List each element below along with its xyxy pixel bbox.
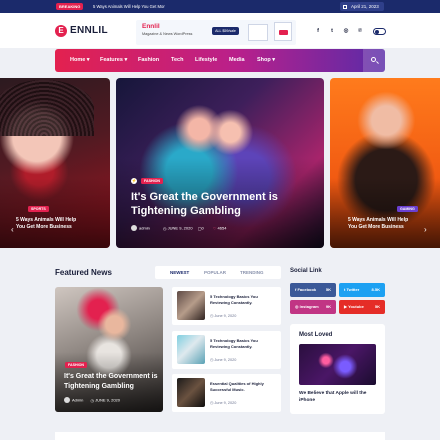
- pinterest-icon[interactable]: ℗: [356, 28, 364, 35]
- instagram-button[interactable]: ◎ Instagram 9K: [290, 300, 336, 314]
- nav-item-features[interactable]: Features ▾: [100, 49, 127, 72]
- slide-tag[interactable]: SPORTS: [28, 206, 49, 212]
- header-ad-banner[interactable]: Ennlil Magazine & News WordPress ALL $59…: [136, 20, 296, 45]
- ad-button[interactable]: ALL $59/sale: [212, 27, 239, 35]
- social-link-title: Social Link: [290, 268, 322, 274]
- list-item[interactable]: 5 Technology Basics You Reviewing Consta…: [172, 287, 281, 325]
- breaking-badge: BREAKING: [56, 3, 84, 10]
- list-item[interactable]: 5 Technology Basics You Reviewing Consta…: [172, 331, 281, 369]
- ad-subtitle: Magazine & News WordPress: [142, 32, 193, 36]
- facebook-icon[interactable]: f: [314, 28, 322, 35]
- logo-mark[interactable]: E: [55, 25, 67, 37]
- slider-next-arrow[interactable]: ›: [424, 225, 427, 234]
- slide-tag[interactable]: FASHION: [141, 178, 163, 184]
- bolt-icon: ⚡: [131, 178, 137, 184]
- item-date: ◷ June 9, 2020: [210, 358, 237, 362]
- slide-meta: admin ◷ JUNE 9, 2020 ▢0 ♡ 4654: [131, 225, 226, 231]
- nav-item-fashion[interactable]: Fashion: [138, 49, 159, 72]
- avatar: [131, 225, 137, 231]
- featured-news-title: Featured News: [55, 268, 112, 277]
- facebook-button[interactable]: f Facebook 5K: [290, 283, 336, 297]
- item-thumbnail[interactable]: [177, 378, 205, 407]
- twitter-icon[interactable]: t: [328, 28, 336, 35]
- most-loved-image[interactable]: [299, 344, 376, 385]
- breaking-label: BREAKING: [59, 4, 81, 9]
- item-date: ◷ June 9, 2020: [210, 401, 237, 405]
- nav-item-shop[interactable]: Shop ▾: [257, 49, 275, 72]
- site-header: E ENNLIL Ennlil Magazine & News WordPres…: [0, 13, 440, 48]
- date-badge: April 21, 2023: [340, 2, 384, 11]
- ad-title: Ennlil: [142, 23, 160, 30]
- instagram-icon: ◎: [295, 304, 299, 309]
- slider-prev-arrow[interactable]: ‹: [11, 225, 14, 234]
- youtube-icon: ▶: [344, 304, 348, 309]
- tab-popular[interactable]: POPULAR: [204, 266, 226, 279]
- avatar: [64, 397, 70, 403]
- most-loved-widget: Most Loved We Believe that Apple will th…: [290, 324, 385, 414]
- date-text: April 21, 2023: [351, 4, 379, 9]
- most-loved-item-title[interactable]: We Believe that Apple will the iPhone: [299, 391, 377, 404]
- item-date: ◷ June 9, 2020: [210, 314, 237, 318]
- slide-left[interactable]: SPORTS 5 Ways Animals Will Help You Get M…: [0, 78, 110, 248]
- item-thumbnail[interactable]: [177, 291, 205, 320]
- slide-title[interactable]: It's Great the Government is Tightening …: [131, 190, 301, 218]
- item-title[interactable]: 5 Technology Basics You Reviewing Consta…: [210, 294, 278, 305]
- main-nav: Home ▾ Features ▾ Fashion Tech Lifestyle…: [55, 49, 385, 72]
- youtube-button[interactable]: ▶ Youtube 5K: [339, 300, 385, 314]
- tab-newest[interactable]: NEWEST: [170, 266, 189, 279]
- breaking-ticker[interactable]: 5 Ways Animals Will Help You Get Mor: [93, 3, 165, 10]
- ad-preview-image: [274, 22, 292, 41]
- instagram-icon[interactable]: ◎: [342, 28, 350, 35]
- slide-center[interactable]: ⚡ FASHION It's Great the Government is T…: [116, 78, 324, 248]
- featured-main-meta: Admin ◷ JUNE 9, 2020: [64, 397, 120, 403]
- nav-item-tech[interactable]: Tech: [171, 49, 183, 72]
- item-title[interactable]: 5 Technology Basics You Reviewing Consta…: [210, 338, 278, 349]
- most-loved-title: Most Loved: [299, 332, 333, 338]
- clock-icon: ◷: [90, 397, 94, 403]
- slide-title[interactable]: 5 Ways Animals Will Help You Get More Bus…: [348, 217, 408, 231]
- nav-item-lifestyle[interactable]: Lifestyle: [195, 49, 217, 72]
- item-title[interactable]: Essential Qualities of Highly Successful…: [210, 381, 278, 392]
- clock-icon: ◷: [163, 225, 167, 231]
- top-bar: BREAKING 5 Ways Animals Will Help You Ge…: [0, 0, 440, 13]
- slide-right[interactable]: GAMING 5 Ways Animals Will Help You Get M…: [330, 78, 440, 248]
- list-item[interactable]: Essential Qualities of Highly Successful…: [172, 374, 281, 412]
- featured-main-card[interactable]: [55, 287, 163, 412]
- slide-tag[interactable]: GAMING: [397, 206, 418, 212]
- ad-preview-image: [248, 24, 268, 41]
- item-thumbnail[interactable]: [177, 335, 205, 364]
- logo-text[interactable]: ENNLIL: [70, 25, 108, 37]
- heart-icon: ♡: [212, 225, 217, 231]
- calendar-icon: [343, 4, 347, 9]
- nav-item-media[interactable]: Media: [229, 49, 245, 72]
- search-button[interactable]: [363, 49, 385, 72]
- featured-tag[interactable]: FASHION: [65, 362, 87, 368]
- tab-trending[interactable]: TRENDING: [240, 266, 264, 279]
- featured-tabs: NEWEST POPULAR TRENDING: [155, 266, 281, 279]
- twitter-button[interactable]: t Twitter 8.5K: [339, 283, 385, 297]
- nav-item-home[interactable]: Home ▾: [70, 49, 90, 72]
- featured-main-title[interactable]: It's Great the Government is Tightening …: [64, 372, 164, 391]
- slide-title[interactable]: 5 Ways Animals Will Help You Get More Bus…: [16, 217, 76, 231]
- bottom-section-edge: [55, 432, 385, 440]
- dark-mode-toggle[interactable]: [373, 28, 386, 35]
